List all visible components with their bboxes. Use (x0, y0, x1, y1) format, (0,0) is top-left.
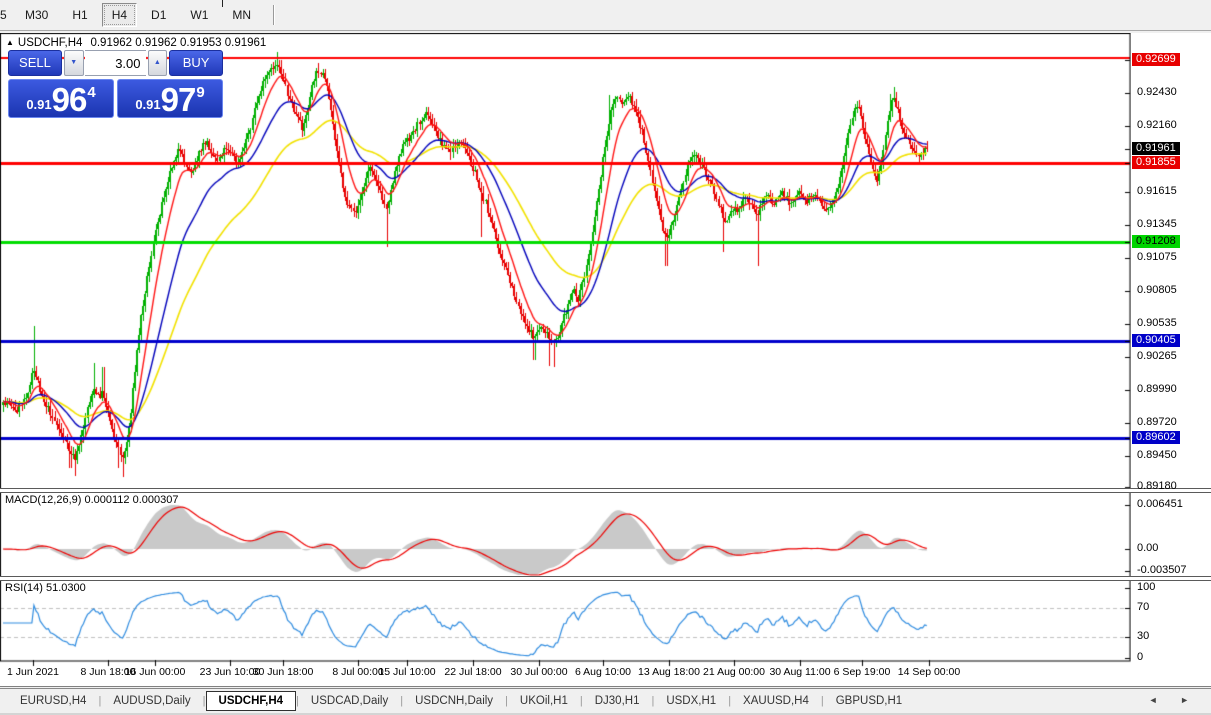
macd-indicator-label: MACD(12,26,9) 0.000112 0.000307 (5, 494, 178, 506)
time-axis-label: 30 Aug 11:00 (769, 666, 830, 678)
price-axis-label: 0.90265 (1137, 350, 1177, 363)
sell-price-display[interactable]: 0.91964 (8, 79, 114, 118)
sell-button[interactable]: SELL (8, 50, 62, 76)
chart-tab-gbpusd[interactable]: GBPUSD,H1 (824, 691, 914, 711)
tab-scroll-arrows[interactable]: ◄ ► (1149, 695, 1199, 705)
time-axis-label: 16 Jun 00:00 (125, 666, 186, 678)
timeframe-toolbar: 5M30H1H4D1W1MN (0, 0, 1211, 31)
chart-ohlc-values: 0.91962 0.91962 0.91953 0.91961 (90, 37, 266, 49)
chart-window: ▲ USDCHF,H4 0.91962 0.91962 0.91953 0.9196… (0, 33, 1211, 687)
price-axis-label: 0.89180 (1137, 480, 1177, 493)
buy-price-prefix: 0.91 (135, 97, 160, 112)
chart-tab-eurusd[interactable]: EURUSD,H4 (8, 691, 98, 711)
time-axis-label: 22 Jul 18:00 (444, 666, 501, 678)
toolbar-separator (273, 5, 275, 25)
chart-header: ▲ USDCHF,H4 0.91962 0.91962 0.91953 0.9196… (6, 37, 266, 49)
price-level-badge: 0.91855 (1132, 156, 1180, 169)
price-axis-label: 0.90805 (1137, 284, 1177, 297)
volume-increase-button[interactable]: ▲ (148, 50, 168, 76)
time-axis-label: 8 Jul 00:00 (332, 666, 383, 678)
price-axis-label: 30 (1137, 630, 1149, 643)
chart-tab-ukoil[interactable]: UKOil,H1 (508, 691, 580, 711)
timeframe-button-m30[interactable]: M30 (15, 3, 58, 27)
timeframe-button-mn[interactable]: MN (222, 3, 261, 27)
timeframe-button-h1[interactable]: H1 (62, 3, 97, 27)
price-axis-label: 0.92160 (1137, 119, 1177, 132)
chart-tab-usdx[interactable]: USDX,H1 (654, 691, 728, 711)
chart-tab-usdcnh[interactable]: USDCNH,Daily (403, 691, 505, 711)
buy-button[interactable]: BUY (169, 50, 223, 76)
chart-symbol-label: USDCHF,H4 (18, 37, 83, 49)
price-axis-label: 0.00 (1137, 542, 1158, 555)
time-axis: 1 Jun 20218 Jun 18:0016 Jun 00:0023 Jun … (0, 666, 1131, 686)
rsi-indicator-label: RSI(14) 51.0300 (5, 582, 86, 594)
price-level-badge: 0.90405 (1132, 334, 1180, 347)
trading-platform-window: 5M30H1H4D1W1MN ▲ USDCHF,H4 0.91962 0.91962… (0, 0, 1211, 715)
window-edge-artifact (222, 0, 223, 7)
price-axis-label: 0.90535 (1137, 317, 1177, 330)
chart-tab-dj30[interactable]: DJ30,H1 (583, 691, 652, 711)
price-axis-label: 0.91075 (1137, 251, 1177, 264)
price-axis-label: 70 (1137, 601, 1149, 614)
buy-price-pip: 9 (196, 84, 204, 101)
buy-price-big: 97 (161, 83, 196, 116)
buy-price-display[interactable]: 0.91979 (117, 79, 223, 118)
volume-input[interactable] (85, 50, 146, 76)
price-axis-label: 0.91615 (1137, 185, 1177, 198)
one-click-trading-panel: SELL ▼ ▲ BUY 0.91964 0.91979 (8, 50, 223, 118)
time-axis-label: 15 Jul 10:00 (378, 666, 435, 678)
time-axis-label: 14 Sep 00:00 (898, 666, 960, 678)
rsi-panel-separator[interactable] (0, 576, 1211, 581)
chart-tab-bar: EURUSD,H4|AUDUSD,Daily|USDCHF,H4|USDCAD,… (0, 688, 1211, 713)
time-axis-label: 30 Jul 00:00 (510, 666, 567, 678)
timeframe-button-h4[interactable]: H4 (102, 3, 137, 27)
price-level-badge: 0.91961 (1132, 142, 1180, 155)
price-axis-label: -0.003507 (1137, 564, 1187, 577)
chart-tab-xauusd[interactable]: XAUUSD,H4 (731, 691, 821, 711)
timeframe-button-d1[interactable]: D1 (141, 3, 176, 27)
sell-price-prefix: 0.91 (26, 97, 51, 112)
time-axis-label: 30 Jun 18:00 (253, 666, 314, 678)
macd-panel-separator[interactable] (0, 488, 1211, 493)
price-axis-label: 100 (1137, 581, 1155, 594)
price-chart-canvas[interactable] (0, 33, 1131, 687)
price-axis-label: 0.89720 (1137, 416, 1177, 429)
chart-tab-usdchf[interactable]: USDCHF,H4 (206, 691, 297, 711)
timeframe-button-5[interactable]: 5 (0, 3, 11, 27)
sell-price-pip: 4 (87, 84, 95, 101)
price-level-badge: 0.92699 (1132, 53, 1180, 66)
time-axis-label: 6 Aug 10:00 (575, 666, 631, 678)
time-axis-label: 23 Jun 10:00 (200, 666, 261, 678)
price-axis-label: 0.89450 (1137, 449, 1177, 462)
timeframe-button-w1[interactable]: W1 (180, 3, 218, 27)
sell-price-big: 96 (52, 83, 87, 116)
time-axis-label: 13 Aug 18:00 (638, 666, 700, 678)
price-axis-label: 0.92430 (1137, 86, 1177, 99)
volume-decrease-button[interactable]: ▼ (64, 50, 84, 76)
chart-bottom-border (0, 686, 1211, 687)
price-level-badge: 0.89602 (1132, 431, 1180, 444)
price-level-badge: 0.91208 (1132, 235, 1180, 248)
chart-tab-usdcad[interactable]: USDCAD,Daily (299, 691, 400, 711)
price-axis: 0.92699 0.92430 0.92160 0.919610.91855 0.916… (1131, 33, 1211, 687)
chart-tab-audusd[interactable]: AUDUSD,Daily (101, 691, 202, 711)
price-axis-label: 0 (1137, 651, 1143, 664)
time-axis-label: 1 Jun 2021 (7, 666, 59, 678)
price-axis-label: 0.89990 (1137, 383, 1177, 396)
price-axis-label: 0.006451 (1137, 498, 1183, 511)
collapse-icon[interactable]: ▲ (6, 38, 14, 47)
time-axis-label: 6 Sep 19:00 (834, 666, 891, 678)
time-axis-label: 21 Aug 00:00 (703, 666, 765, 678)
price-axis-label: 0.91345 (1137, 218, 1177, 231)
